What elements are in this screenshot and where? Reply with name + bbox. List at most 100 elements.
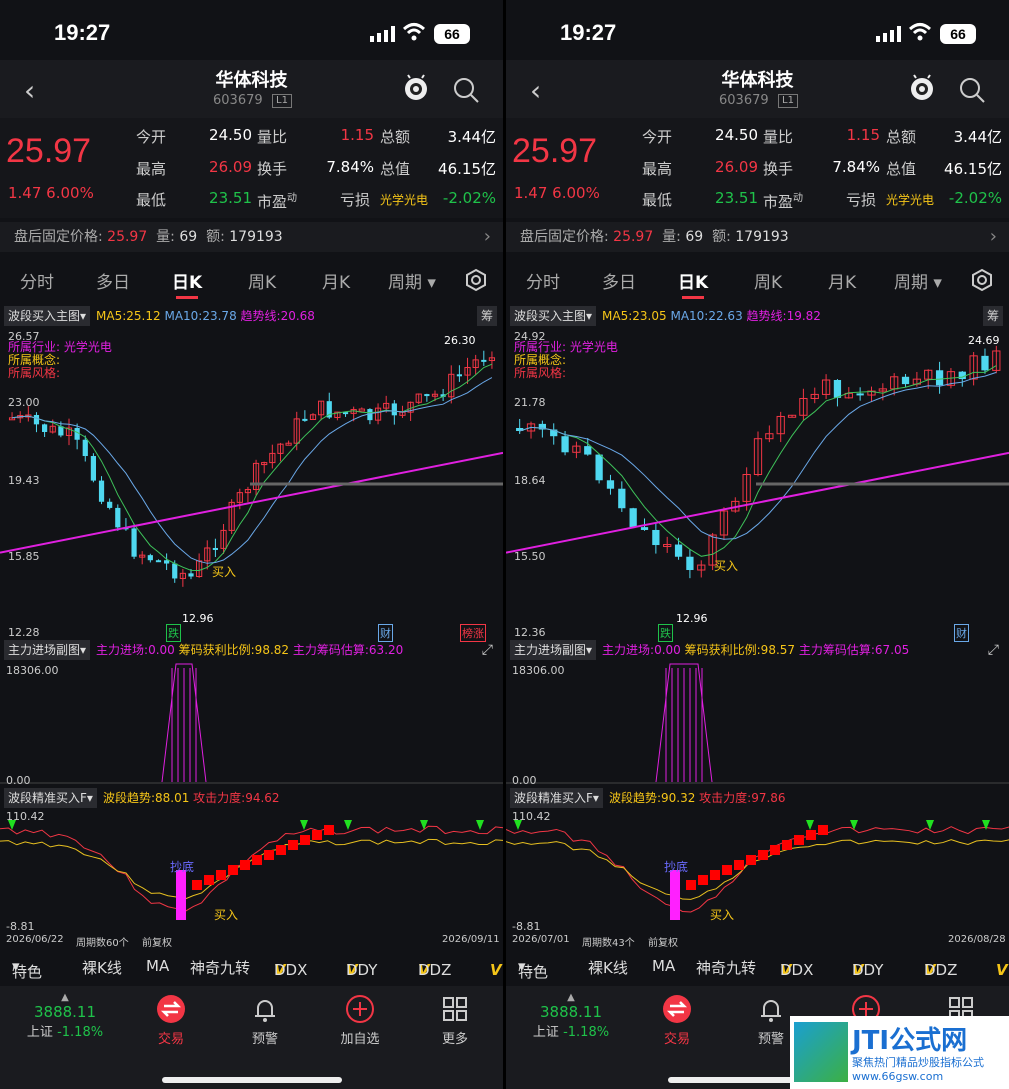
cellular-signal-icon (370, 26, 395, 42)
candle-body (212, 547, 219, 550)
sub1-legend: 主力进场副图▾ 主力进场:0.00 筹码获利比例:98.57 主力筹码估算:67.… (506, 640, 1009, 660)
candle-body (901, 376, 910, 385)
step-block (192, 880, 202, 890)
tab-intraday[interactable]: 分时 (526, 268, 560, 293)
candle-body (629, 508, 637, 528)
step-block (288, 840, 298, 850)
sub2-buy-label: 买入 (214, 908, 239, 922)
turnover-label: 换手 (763, 160, 794, 178)
chip-button[interactable]: 筹 (982, 306, 1003, 326)
sub1-chart[interactable] (506, 662, 1009, 786)
ind-magic-nine[interactable]: 神奇九转 (696, 957, 756, 978)
tab-intraday[interactable]: 分时 (20, 268, 54, 293)
candle-body (958, 371, 966, 380)
bell-icon (761, 1000, 781, 1022)
ind-special[interactable]: 特色 ▾ (518, 957, 548, 981)
sub2-chart[interactable] (506, 810, 1009, 934)
robot-icon[interactable] (908, 74, 936, 102)
price-adjust: 前复权 (142, 938, 172, 949)
search-icon[interactable] (958, 76, 986, 104)
tab-daily-k[interactable]: 日K (172, 268, 202, 299)
trend-line (0, 451, 503, 554)
expand-icon[interactable]: ⤢ (482, 640, 493, 660)
candle-body (391, 403, 397, 416)
sector-name[interactable]: 光学光电 (380, 191, 428, 208)
index-widget[interactable]: ▲ 3888.11 上证 -1.18% (20, 992, 110, 1040)
candle-body (674, 544, 683, 557)
ind-bare-k[interactable]: 裸K线 (82, 957, 122, 978)
nav-alert[interactable]: 预警 (225, 994, 305, 1047)
mktcap-value: 46.15亿 (944, 160, 1002, 178)
candle-body (98, 480, 105, 502)
tab-weekly-k[interactable]: 周K (754, 268, 782, 293)
tab-monthly-k[interactable]: 月K (828, 268, 856, 293)
expand-icon[interactable]: ⤢ (988, 640, 999, 660)
level-badge: L1 (778, 94, 798, 108)
chip-button[interactable]: 筹 (476, 306, 497, 326)
sub1-indicator-select[interactable]: 主力进场副图▾ (510, 640, 597, 660)
low-value: 23.51 (209, 189, 252, 207)
chevron-right-icon: › (989, 226, 997, 247)
turnover-label: 换手 (257, 160, 288, 178)
sub1-indicator-select[interactable]: 主力进场副图▾ (4, 640, 91, 660)
main-indicator-select[interactable]: 波段买入主图▾ (4, 306, 91, 326)
indicator-bar: 特色 ▾ 裸K线 MA 神奇九转 V DDX V DDY V DDZ V (518, 957, 1008, 981)
candle-body (606, 480, 615, 489)
index-widget[interactable]: ▲ 3888.11 上证 -1.18% (526, 992, 616, 1040)
step-block (734, 860, 744, 870)
tab-period[interactable]: 周期 ▾ (894, 268, 942, 293)
low-value: 23.51 (715, 189, 758, 207)
nav-trade[interactable]: 交易 (637, 994, 717, 1047)
settings-hex-icon[interactable] (464, 268, 488, 292)
nav-add-watch[interactable]: 加自选 (320, 994, 400, 1047)
candle-body (595, 454, 603, 481)
sub2-indicator-select[interactable]: 波段精准买入F▾ (510, 788, 603, 808)
tab-monthly-k[interactable]: 月K (322, 268, 350, 293)
period-tabs: 分时 多日 日K 周K 月K 周期 ▾ (506, 262, 1009, 299)
status-bar: 19:27 66 (506, 0, 1009, 60)
tab-period[interactable]: 周期 ▾ (388, 268, 436, 293)
tab-daily-k[interactable]: 日K (678, 268, 708, 299)
pe-label: 市盈动 (763, 193, 804, 211)
main-kline-chart[interactable] (506, 328, 1009, 640)
down-arrow-icon (806, 820, 814, 830)
ind-magic-nine[interactable]: 神奇九转 (190, 957, 250, 978)
tab-weekly-k[interactable]: 周K (248, 268, 276, 293)
tab-multiday[interactable]: 多日 (602, 268, 636, 293)
price-change: 1.47 6.00% (514, 184, 600, 202)
nav-more[interactable]: 更多 (415, 994, 495, 1047)
robot-icon[interactable] (402, 74, 430, 102)
main-indicator-select[interactable]: 波段买入主图▾ (510, 306, 597, 326)
ind-ma[interactable]: MA (146, 957, 169, 975)
sub2-chart[interactable] (0, 810, 503, 934)
amount-label: 总额 (380, 128, 411, 146)
mktcap-label: 总值 (380, 160, 411, 178)
status-time: 19:27 (54, 20, 111, 45)
ind-bare-k[interactable]: 裸K线 (588, 957, 628, 978)
step-block (746, 855, 756, 865)
bottom-nav: ▲ 3888.11 上证 -1.18% 交易 预警 加自选 更多 (0, 986, 503, 1089)
settings-hex-icon[interactable] (970, 268, 994, 292)
ind-ma[interactable]: MA (652, 957, 675, 975)
candle-body (147, 555, 153, 561)
after-hours-bar[interactable]: 盘后固定价格: 25.97 量: 69 额: 179193 › (506, 222, 1009, 252)
after-hours-bar[interactable]: 盘后固定价格: 25.97 量: 69 额: 179193 › (0, 222, 503, 252)
indicator-bar: 特色 ▾ 裸K线 MA 神奇九转 V DDX V DDY V DDZ V (12, 957, 502, 981)
sub1-chart[interactable] (0, 662, 503, 786)
down-arrow-icon (476, 820, 484, 830)
search-icon[interactable] (452, 76, 480, 104)
step-block (698, 875, 708, 885)
high-mark-label: 26.30 (444, 334, 476, 347)
last-price: 25.97 (6, 132, 92, 170)
candle-body (833, 380, 842, 398)
candle-body (358, 408, 365, 412)
nav-trade[interactable]: 交易 (131, 994, 211, 1047)
sub2-indicator-select[interactable]: 波段精准买入F▾ (4, 788, 97, 808)
main-kline-chart[interactable] (0, 328, 503, 640)
trade-icon (663, 995, 691, 1023)
ind-special[interactable]: 特色 ▾ (12, 957, 42, 981)
step-block (252, 855, 262, 865)
tab-multiday[interactable]: 多日 (96, 268, 130, 293)
sector-name[interactable]: 光学光电 (886, 191, 934, 208)
pe-label: 市盈动 (257, 193, 298, 211)
